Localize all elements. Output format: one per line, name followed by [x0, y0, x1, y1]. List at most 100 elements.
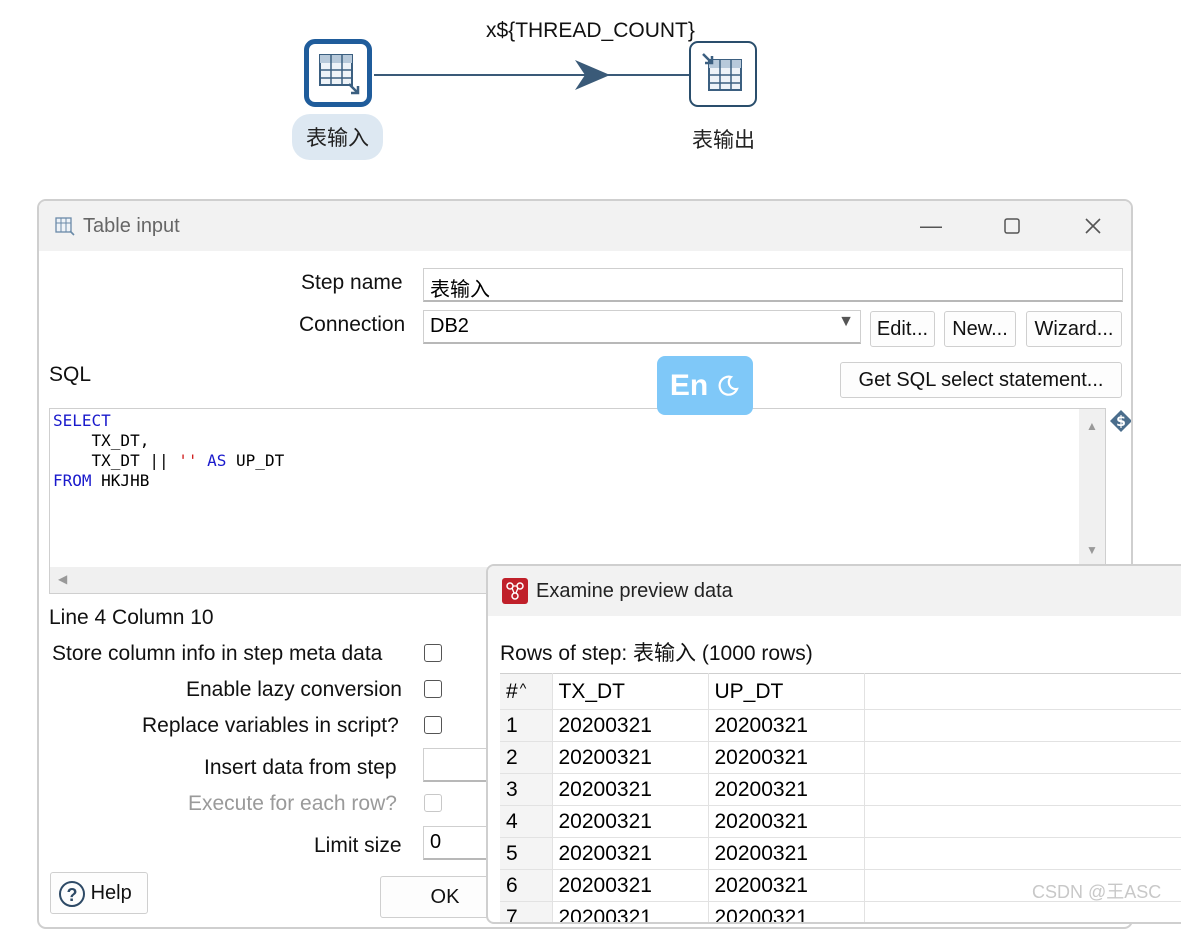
- scroll-left-icon[interactable]: ◀: [58, 572, 67, 586]
- cell-up-dt: 20200321: [708, 837, 865, 870]
- help-button[interactable]: ? Help: [50, 872, 148, 914]
- lazy-conversion-label: Enable lazy conversion: [186, 678, 402, 701]
- cell-tx-dt: 20200321: [552, 837, 709, 870]
- table-output-node-label[interactable]: 表输出: [692, 124, 755, 154]
- cell-empty: [864, 773, 1181, 806]
- dialog-title: Table input: [83, 214, 180, 237]
- table-row[interactable]: 2 20200321 20200321: [500, 741, 1181, 774]
- maximize-icon[interactable]: [997, 211, 1027, 241]
- watermark: CSDN @王ASC: [1032, 882, 1162, 902]
- scroll-down-icon[interactable]: ▼: [1086, 543, 1098, 557]
- connection-label: Connection: [299, 313, 406, 336]
- table-header-row: # ^ TX_DT UP_DT: [500, 673, 1181, 710]
- hop-arrow[interactable]: [370, 60, 700, 90]
- table-input-step-node[interactable]: [304, 39, 372, 107]
- row-index: 7: [500, 901, 553, 922]
- sql-label: SQL: [49, 363, 92, 386]
- moon-icon: [718, 375, 739, 396]
- preview-title: Examine preview data: [536, 579, 733, 602]
- cell-empty: [864, 837, 1181, 870]
- sql-code[interactable]: SELECT TX_DT, TX_DT || '' AS UP_DT FROM …: [53, 411, 284, 491]
- row-index: 6: [500, 869, 553, 902]
- sql-text: HKJHB: [91, 471, 150, 490]
- wizard-button[interactable]: Wizard...: [1026, 311, 1122, 347]
- cursor-position-label: Line 4 Column 10: [49, 606, 214, 629]
- cell-empty: [864, 901, 1181, 922]
- sql-keyword: SELECT: [53, 411, 111, 430]
- row-index: 2: [500, 741, 553, 774]
- sql-line: TX_DT || '' AS UP_DT: [53, 451, 285, 470]
- sql-text: TX_DT,: [53, 431, 150, 450]
- cell-up-dt: 20200321: [708, 901, 865, 922]
- connection-select[interactable]: DB2 ▼: [423, 310, 861, 344]
- step-name-label: Step name: [301, 271, 403, 294]
- sql-keyword: FROM: [53, 471, 92, 490]
- table-row[interactable]: 4 20200321 20200321: [500, 805, 1181, 838]
- examine-preview-window: Examine preview data Rows of step: 表输入 (…: [486, 564, 1181, 924]
- table-output-step-node[interactable]: [689, 41, 757, 107]
- column-header-index[interactable]: # ^: [500, 673, 553, 710]
- store-column-info-label: Store column info in step meta data: [52, 642, 383, 665]
- help-icon: ?: [59, 880, 85, 907]
- cell-empty: [864, 741, 1181, 774]
- sort-caret-icon: ^: [519, 679, 527, 696]
- cell-tx-dt: 20200321: [552, 869, 709, 902]
- minimize-icon[interactable]: —: [916, 211, 946, 241]
- column-header-up-dt[interactable]: UP_DT: [708, 673, 865, 710]
- chevron-down-icon: ▼: [838, 313, 854, 330]
- ime-language-label: En: [669, 368, 709, 402]
- execute-each-row-checkbox: [424, 794, 442, 812]
- table-input-node-label[interactable]: 表输入: [292, 114, 383, 160]
- cell-up-dt: 20200321: [708, 741, 865, 774]
- connection-value: DB2: [430, 315, 469, 337]
- row-index: 4: [500, 805, 553, 838]
- row-index: 5: [500, 837, 553, 870]
- cell-tx-dt: 20200321: [552, 709, 709, 742]
- cell-up-dt: 20200321: [708, 773, 865, 806]
- table-row[interactable]: 5 20200321 20200321: [500, 837, 1181, 870]
- close-icon[interactable]: [1078, 211, 1108, 241]
- replace-variables-label: Replace variables in script?: [142, 714, 399, 737]
- help-button-label: Help: [90, 882, 132, 904]
- svg-text:$: $: [1116, 414, 1126, 430]
- sql-string: '': [178, 451, 198, 470]
- scroll-up-icon[interactable]: ▲: [1086, 419, 1098, 433]
- edit-connection-button[interactable]: Edit...: [870, 311, 935, 347]
- replace-variables-checkbox[interactable]: [424, 716, 442, 734]
- sql-line: TX_DT,: [53, 431, 150, 450]
- preview-titlebar[interactable]: Examine preview data: [488, 566, 1181, 616]
- get-sql-select-button[interactable]: Get SQL select statement...: [840, 362, 1122, 398]
- store-column-info-checkbox[interactable]: [424, 644, 442, 662]
- cell-tx-dt: 20200321: [552, 805, 709, 838]
- dialog-titlebar[interactable]: Table input —: [39, 201, 1131, 251]
- preview-app-icon: [502, 578, 528, 604]
- rows-of-step-label: Rows of step: 表输入 (1000 rows): [500, 642, 813, 665]
- execute-each-row-label: Execute for each row?: [188, 792, 397, 815]
- row-index: 3: [500, 773, 553, 806]
- sql-text: TX_DT ||: [53, 451, 179, 470]
- cell-empty: [864, 805, 1181, 838]
- table-row[interactable]: 3 20200321 20200321: [500, 773, 1181, 806]
- new-connection-button[interactable]: New...: [944, 311, 1016, 347]
- column-header-empty: [864, 673, 1181, 710]
- hop-label: x${THREAD_COUNT}: [486, 19, 695, 42]
- sql-vertical-scrollbar[interactable]: ▲ ▼: [1079, 409, 1105, 567]
- variable-dollar-icon[interactable]: $: [1109, 409, 1133, 433]
- cell-tx-dt: 20200321: [552, 901, 709, 922]
- ime-language-badge[interactable]: En: [657, 356, 753, 415]
- column-header-label: #: [506, 679, 518, 703]
- column-header-tx-dt[interactable]: TX_DT: [552, 673, 709, 710]
- limit-size-label: Limit size: [314, 834, 402, 857]
- table-row[interactable]: 7 20200321 20200321: [500, 901, 1181, 922]
- step-name-input[interactable]: 表输入: [423, 268, 1123, 302]
- sql-keyword: AS: [197, 451, 227, 470]
- table-output-icon: [702, 53, 742, 91]
- table-input-icon: [319, 54, 360, 95]
- cell-tx-dt: 20200321: [552, 773, 709, 806]
- row-index: 1: [500, 709, 553, 742]
- lazy-conversion-checkbox[interactable]: [424, 680, 442, 698]
- cell-up-dt: 20200321: [708, 805, 865, 838]
- sql-line: FROM HKJHB: [53, 471, 149, 490]
- table-row[interactable]: 1 20200321 20200321: [500, 709, 1181, 742]
- cell-tx-dt: 20200321: [552, 741, 709, 774]
